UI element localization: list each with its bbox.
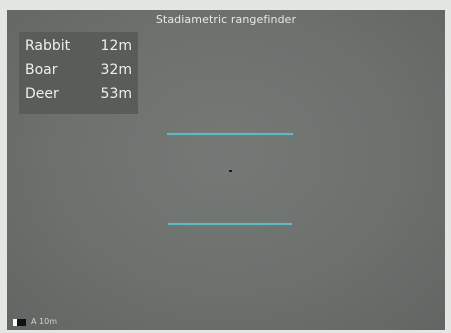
range-table: Rabbit 12m Boar 32m Deer 53m bbox=[19, 32, 138, 114]
animal-label: Deer bbox=[25, 86, 59, 102]
view-title: Stadiametric rangefinder bbox=[155, 13, 297, 26]
range-row-rabbit: Rabbit 12m bbox=[19, 35, 138, 59]
scale-bar-segment bbox=[17, 319, 26, 326]
distance-value: 53m bbox=[100, 86, 132, 102]
stadia-line-bottom bbox=[168, 223, 292, 225]
animal-label: Rabbit bbox=[25, 38, 71, 54]
scale-label: A 10m bbox=[31, 317, 57, 326]
range-row-deer: Deer 53m bbox=[19, 83, 138, 107]
center-dot bbox=[229, 170, 232, 172]
rangefinder-view: Stadiametric rangefinder Rabbit 12m Boar… bbox=[7, 10, 445, 330]
animal-label: Boar bbox=[25, 62, 58, 78]
scale-bar-icon bbox=[13, 319, 26, 326]
stadia-line-top bbox=[167, 133, 293, 135]
distance-value: 12m bbox=[100, 38, 132, 54]
range-row-boar: Boar 32m bbox=[19, 59, 138, 83]
distance-value: 32m bbox=[100, 62, 132, 78]
